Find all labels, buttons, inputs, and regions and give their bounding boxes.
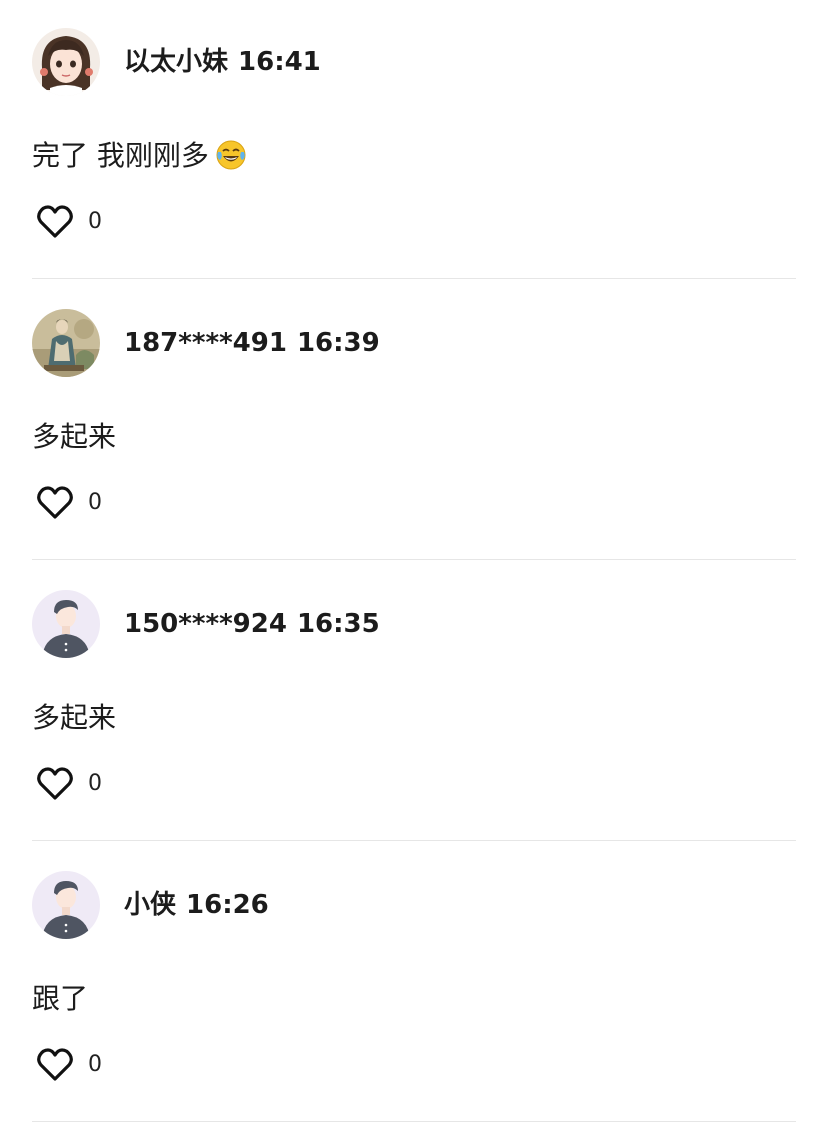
like-count: 0 bbox=[88, 1052, 102, 1077]
divider bbox=[32, 840, 796, 841]
heart-icon bbox=[37, 205, 73, 238]
like-button[interactable]: 0 bbox=[36, 766, 102, 802]
comment-header: 小侠 16:26 bbox=[124, 887, 269, 923]
comment-text: 跟了 bbox=[32, 979, 88, 1019]
like-count: 0 bbox=[88, 771, 102, 796]
divider bbox=[32, 1121, 796, 1122]
comment-item: 187****491 16:39 多起来 0 bbox=[32, 281, 796, 562]
like-count: 0 bbox=[88, 490, 102, 515]
comment-time: 16:26 bbox=[186, 890, 269, 920]
username[interactable]: 以太小妹 bbox=[124, 47, 228, 77]
like-button[interactable]: 0 bbox=[36, 204, 102, 240]
comment-time: 16:35 bbox=[296, 609, 380, 639]
username[interactable]: 150****924 bbox=[124, 609, 287, 639]
divider bbox=[32, 278, 796, 279]
comment-text: 多起来 bbox=[32, 698, 116, 738]
avatar[interactable] bbox=[32, 28, 100, 96]
comment-text: 多起来 bbox=[32, 417, 116, 457]
comment-item: 小侠 16:26 跟了 0 bbox=[32, 843, 796, 1124]
painting-avatar-icon bbox=[32, 309, 100, 377]
comment-text-body: 跟了 bbox=[32, 982, 89, 1015]
avatar[interactable] bbox=[32, 590, 100, 658]
tears-of-joy-emoji-icon bbox=[215, 139, 247, 182]
comment-time: 16:39 bbox=[296, 328, 380, 358]
heart-icon bbox=[37, 767, 73, 800]
heart-icon bbox=[37, 1048, 73, 1081]
username[interactable]: 187****491 bbox=[124, 328, 287, 358]
comment-header: 150****924 16:35 bbox=[124, 606, 380, 642]
comment-header: 187****491 16:39 bbox=[124, 325, 380, 361]
comment-text: 完了 我刚刚多 bbox=[32, 136, 247, 182]
username[interactable]: 小侠 bbox=[124, 890, 176, 920]
like-button[interactable]: 0 bbox=[36, 485, 102, 521]
comment-time: 16:41 bbox=[238, 47, 321, 77]
comment-item: 150****924 16:35 多起来 0 bbox=[32, 562, 796, 843]
comment-header: 以太小妹 16:41 bbox=[124, 44, 321, 80]
divider bbox=[32, 559, 796, 560]
anime-girl-avatar-icon bbox=[32, 28, 100, 96]
comment-text-body: 完了 我刚刚多 bbox=[32, 139, 209, 172]
default-user-avatar-icon bbox=[32, 590, 100, 658]
avatar[interactable] bbox=[32, 309, 100, 377]
heart-icon bbox=[37, 486, 73, 519]
like-count: 0 bbox=[88, 209, 102, 234]
comment-item: 以太小妹 16:41 完了 我刚刚多 0 bbox=[32, 0, 796, 281]
comment-text-body: 多起来 bbox=[32, 420, 117, 453]
avatar[interactable] bbox=[32, 871, 100, 939]
like-button[interactable]: 0 bbox=[36, 1047, 102, 1083]
comment-text-body: 多起来 bbox=[32, 701, 117, 734]
default-user-avatar-icon bbox=[32, 871, 100, 939]
